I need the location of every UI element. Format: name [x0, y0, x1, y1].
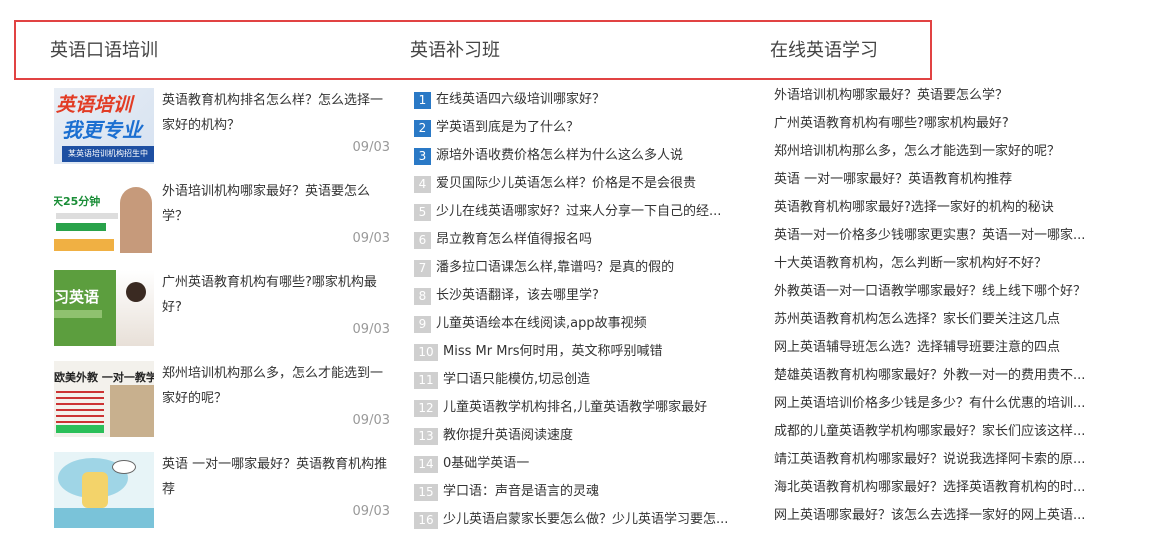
ranked-item-title[interactable]: 学口语：声音是语言的灵魂 [443, 482, 599, 502]
ranked-item-title[interactable]: 潘多拉口语课怎么样,靠谱吗？是真的假的 [436, 258, 674, 278]
rank-number: 11 [414, 371, 438, 389]
ranked-item[interactable]: 12 儿童英语教学机构排名,儿童英语教学哪家最好 [414, 394, 754, 422]
related-link[interactable]: 苏州英语教育机构怎么选择？家长们要关注这几点 [774, 308, 1114, 336]
ranked-item[interactable]: 16 少儿英语启蒙家长要怎么做？少儿英语学习要怎... [414, 506, 754, 534]
ranked-item[interactable]: 5 少儿在线英语哪家好？过来人分享一下自己的经... [414, 198, 754, 226]
rank-number: 3 [414, 147, 431, 165]
ranked-item[interactable]: 4 爱贝国际少儿英语怎么样？价格是不是会很贵 [414, 170, 754, 198]
ranked-item-title[interactable]: 昂立教育怎么样值得报名吗 [436, 230, 592, 250]
ranked-item[interactable]: 1 在线英语四六级培训哪家好？ [414, 86, 754, 114]
featured-articles: 英语培训 我更专业 某英语培训机构招生中 英语教育机构排名怎么样？怎么选择一家好… [54, 88, 394, 543]
related-link[interactable]: 海北英语教育机构哪家最好？选择英语教育机构的时... [774, 476, 1114, 504]
article-thumbnail[interactable]: 习英语 [54, 270, 154, 346]
article-item: 欧美外教 一对一教学 郑州培训机构那么多，怎么才能选到一家好的呢？ 09/03 [54, 361, 394, 452]
ranked-item-title[interactable]: 长沙英语翻译，该去哪里学? [436, 286, 599, 306]
ranked-item-title[interactable]: 0基础学英语一 [443, 454, 529, 474]
article-title[interactable]: 英语教育机构排名怎么样？怎么选择一家好的机构？ [162, 88, 392, 138]
article-thumbnail[interactable]: 天25分钟 [54, 179, 154, 255]
article-item: 天25分钟 外语培训机构哪家最好？英语要怎么学？ 09/03 [54, 179, 394, 270]
rank-number: 6 [414, 231, 431, 249]
rank-number: 7 [414, 259, 431, 277]
rank-number: 9 [414, 315, 431, 333]
article-date: 09/03 [352, 413, 390, 428]
article-item: 英语培训 我更专业 某英语培训机构招生中 英语教育机构排名怎么样？怎么选择一家好… [54, 88, 394, 179]
related-link[interactable]: 外教英语一对一口语教学哪家最好？线上线下哪个好？ [774, 280, 1114, 308]
related-link[interactable]: 英语一对一价格多少钱哪家更实惠？英语一对一哪家... [774, 224, 1114, 252]
tab-tutoring-class[interactable]: 英语补习班 [410, 36, 500, 62]
thumb-text: 欧美外教 一对一教学 [54, 371, 154, 384]
related-link[interactable]: 十大英语教育机构，怎么判断一家机构好不好？ [774, 252, 1114, 280]
ranked-item[interactable]: 15 学口语：声音是语言的灵魂 [414, 478, 754, 506]
ranked-item-title[interactable]: 少儿在线英语哪家好？过来人分享一下自己的经... [436, 202, 721, 222]
rank-number: 14 [414, 455, 438, 473]
related-link[interactable]: 网上英语辅导班怎么选？选择辅导班要注意的四点 [774, 336, 1114, 364]
related-link[interactable]: 成都的儿童英语教学机构哪家最好？家长们应该这样... [774, 420, 1114, 448]
related-link[interactable]: 外语培训机构哪家最好？英语要怎么学？ [774, 84, 1114, 112]
thumb-text: 某英语培训机构招生中 [62, 146, 154, 162]
ranked-item-title[interactable]: 教你提升英语阅读速度 [443, 426, 573, 446]
related-link[interactable]: 郑州培训机构那么多，怎么才能选到一家好的呢？ [774, 140, 1114, 168]
article-title[interactable]: 外语培训机构哪家最好？英语要怎么学？ [162, 179, 392, 229]
related-link[interactable]: 网上英语哪家最好？该怎么去选择一家好的网上英语... [774, 504, 1114, 532]
tab-online-english[interactable]: 在线英语学习 [770, 36, 878, 62]
article-date: 09/03 [352, 140, 390, 155]
article-item: 英语 一对一哪家最好？英语教育机构推荐 09/03 [54, 452, 394, 543]
ranked-item-title[interactable]: 儿童英语绘本在线阅读,app故事视频 [436, 314, 647, 334]
rank-number: 12 [414, 399, 438, 417]
ranked-item[interactable]: 2 学英语到底是为了什么？ [414, 114, 754, 142]
article-title[interactable]: 郑州培训机构那么多，怎么才能选到一家好的呢？ [162, 361, 392, 411]
article-date: 09/03 [352, 322, 390, 337]
related-link[interactable]: 英语教育机构哪家最好?选择一家好的机构的秘诀 [774, 196, 1114, 224]
ranked-item-title[interactable]: 少儿英语启蒙家长要怎么做？少儿英语学习要怎... [443, 510, 728, 530]
rank-number: 10 [414, 343, 438, 361]
article-thumbnail[interactable]: 英语培训 我更专业 某英语培训机构招生中 [54, 88, 154, 164]
article-title[interactable]: 英语 一对一哪家最好？英语教育机构推荐 [162, 452, 392, 502]
ranked-item[interactable]: 10 Miss Mr Mrs何时用，英文称呼别喊错 [414, 338, 754, 366]
rank-number: 2 [414, 119, 431, 137]
related-link[interactable]: 楚雄英语教育机构哪家最好？外教一对一的费用贵不... [774, 364, 1114, 392]
rank-number: 13 [414, 427, 438, 445]
ranked-item[interactable]: 9 儿童英语绘本在线阅读,app故事视频 [414, 310, 754, 338]
related-link[interactable]: 网上英语培训价格多少钱是多少？有什么优惠的培训... [774, 392, 1114, 420]
thumb-text: 习英语 [54, 288, 100, 306]
thumb-text: 我更专业 [62, 118, 142, 142]
ranked-item-title[interactable]: 爱贝国际少儿英语怎么样？价格是不是会很贵 [436, 174, 696, 194]
article-date: 09/03 [352, 231, 390, 246]
ranked-item[interactable]: 8 长沙英语翻译，该去哪里学? [414, 282, 754, 310]
ranked-item[interactable]: 13 教你提升英语阅读速度 [414, 422, 754, 450]
rank-number: 16 [414, 511, 438, 529]
ranked-item-title[interactable]: 儿童英语教学机构排名,儿童英语教学哪家最好 [443, 398, 707, 418]
ranked-item[interactable]: 6 昂立教育怎么样值得报名吗 [414, 226, 754, 254]
ranked-item[interactable]: 14 0基础学英语一 [414, 450, 754, 478]
ranked-item-title[interactable]: 在线英语四六级培训哪家好？ [436, 90, 605, 110]
related-links: 外语培训机构哪家最好？英语要怎么学？ 广州英语教育机构有哪些?哪家机构最好? 郑州培… [774, 84, 1114, 532]
rank-number: 1 [414, 91, 431, 109]
thumb-text: 英语培训 [56, 94, 133, 116]
ranked-item[interactable]: 7 潘多拉口语课怎么样,靠谱吗？是真的假的 [414, 254, 754, 282]
thumb-text: 天25分钟 [54, 195, 101, 208]
ranked-item-title[interactable]: 学口语只能模仿,切忌创造 [443, 370, 590, 390]
ranked-item[interactable]: 3 源培外语收费价格怎么样为什么这么多人说 [414, 142, 754, 170]
article-thumbnail[interactable] [54, 452, 154, 528]
ranked-item-title[interactable]: 源培外语收费价格怎么样为什么这么多人说 [436, 146, 683, 166]
tab-spoken-english[interactable]: 英语口语培训 [50, 36, 158, 62]
ranked-item-title[interactable]: Miss Mr Mrs何时用，英文称呼别喊错 [443, 342, 663, 362]
article-thumbnail[interactable]: 欧美外教 一对一教学 [54, 361, 154, 437]
rank-number: 5 [414, 203, 431, 221]
article-date: 09/03 [352, 504, 390, 519]
rank-number: 4 [414, 175, 431, 193]
related-link[interactable]: 广州英语教育机构有哪些?哪家机构最好? [774, 112, 1114, 140]
category-tabs: 英语口语培训 英语补习班 在线英语学习 [14, 20, 932, 80]
ranked-item-title[interactable]: 学英语到底是为了什么？ [436, 118, 579, 138]
rank-number: 15 [414, 483, 438, 501]
related-link[interactable]: 靖江英语教育机构哪家最好？说说我选择阿卡索的原... [774, 448, 1114, 476]
article-title[interactable]: 广州英语教育机构有哪些?哪家机构最好? [162, 270, 392, 320]
article-item: 习英语 广州英语教育机构有哪些?哪家机构最好? 09/03 [54, 270, 394, 361]
ranked-item[interactable]: 11 学口语只能模仿,切忌创造 [414, 366, 754, 394]
ranked-list: 1 在线英语四六级培训哪家好？ 2 学英语到底是为了什么？ 3 源培外语收费价格怎么样为什… [414, 86, 754, 534]
related-link[interactable]: 英语 一对一哪家最好？英语教育机构推荐 [774, 168, 1114, 196]
rank-number: 8 [414, 287, 431, 305]
